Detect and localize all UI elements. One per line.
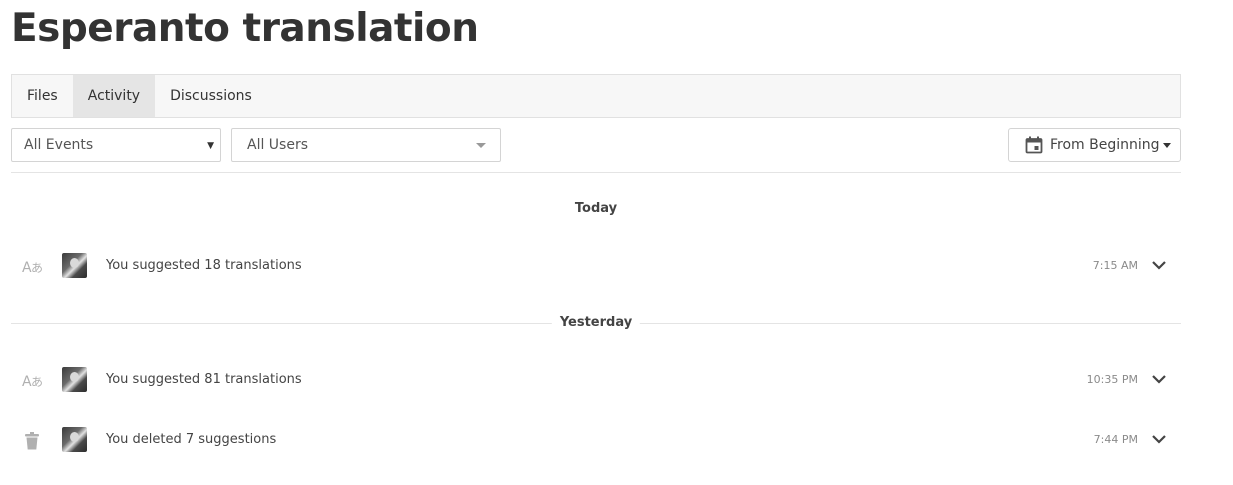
page-title: Esperanto translation	[11, 6, 479, 51]
chevron-down-icon[interactable]	[1151, 257, 1167, 273]
users-filter-value: All Users	[247, 137, 309, 153]
caret-down-icon	[476, 143, 486, 148]
users-filter-select[interactable]: All Users	[231, 128, 501, 162]
translate-icon: A あ	[22, 371, 44, 391]
tab-files[interactable]: Files	[12, 75, 73, 117]
chevron-down-icon[interactable]	[1151, 371, 1167, 387]
activity-summary[interactable]: You deleted 7 suggestions	[106, 432, 276, 447]
activity-summary[interactable]: You suggested 18 translations	[106, 258, 302, 273]
trash-icon	[22, 431, 44, 451]
avatar	[62, 367, 87, 392]
divider	[11, 172, 1181, 173]
date-range-label: From Beginning	[1050, 137, 1160, 153]
translate-icon: A あ	[22, 257, 44, 277]
tab-bar: Files Activity Discussions	[11, 74, 1181, 118]
group-label-yesterday: Yesterday	[551, 315, 641, 330]
activity-time: 7:44 PM	[1093, 433, 1138, 446]
svg-text:あ: あ	[31, 261, 43, 275]
activity-filters: All Events ▼ All Users From Beginning	[0, 128, 1233, 162]
activity-row: You deleted 7 suggestions 7:44 PM	[0, 425, 1233, 455]
activity-row: A あ You suggested 81 translations 10:35 …	[0, 365, 1233, 395]
activity-time: 10:35 PM	[1086, 373, 1138, 386]
tab-discussions[interactable]: Discussions	[155, 75, 267, 117]
caret-down-icon: ▼	[207, 141, 214, 151]
activity-row: A あ You suggested 18 translations 7:15 A…	[0, 251, 1233, 281]
activity-summary[interactable]: You suggested 81 translations	[106, 372, 302, 387]
avatar	[62, 253, 87, 278]
avatar	[62, 427, 87, 452]
chevron-down-icon[interactable]	[1151, 431, 1167, 447]
events-filter-select[interactable]: All Events ▼	[11, 128, 221, 162]
calendar-icon	[1025, 136, 1043, 154]
activity-time: 7:15 AM	[1092, 259, 1138, 272]
tab-activity[interactable]: Activity	[72, 75, 156, 117]
date-range-button[interactable]: From Beginning	[1008, 128, 1181, 162]
group-label-today: Today	[566, 201, 626, 216]
events-filter-value: All Events	[24, 137, 94, 153]
svg-text:あ: あ	[31, 375, 43, 389]
caret-down-icon	[1162, 142, 1171, 148]
